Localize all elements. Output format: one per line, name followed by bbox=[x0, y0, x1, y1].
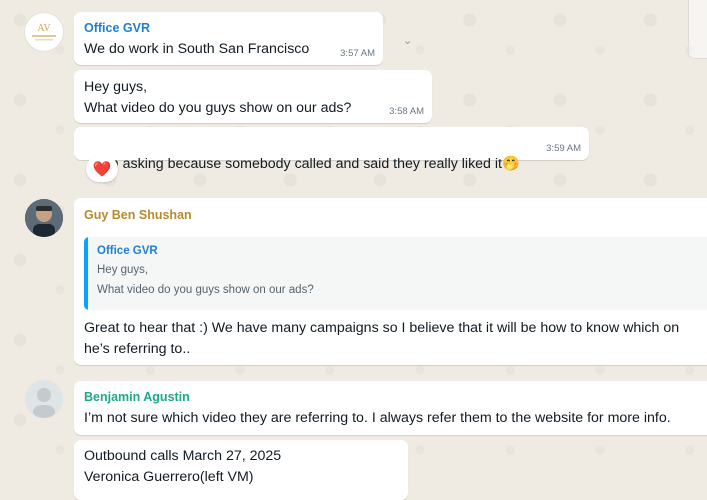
message-bubble[interactable]: Benjamin Agustin I’m not sure which vide… bbox=[74, 381, 707, 435]
top-right-panel-edge bbox=[688, 0, 707, 59]
quote-accent-bar bbox=[84, 237, 88, 310]
sender-name[interactable]: Guy Ben Shushan bbox=[84, 208, 192, 222]
profile-photo-icon bbox=[25, 199, 63, 237]
message-text: I’m asking because somebody called and s… bbox=[99, 156, 502, 172]
quoted-message[interactable]: Office GVR Hey guys, What video do you g… bbox=[84, 237, 707, 310]
quote-line: What video do you guys show on our ads? bbox=[97, 284, 314, 296]
quote-author: Office GVR bbox=[97, 245, 158, 257]
face-emoji-icon: 🤭 bbox=[501, 156, 520, 172]
message-line: What video do you guys show on our ads? bbox=[84, 100, 352, 116]
message-line: he’s referring to.. bbox=[84, 341, 191, 357]
message-text: We do work in South San Francisco bbox=[84, 41, 310, 57]
heart-icon: ❤️ bbox=[92, 161, 112, 178]
reaction-badge[interactable]: ❤️ bbox=[86, 156, 118, 182]
quote-line: Hey guys, bbox=[97, 264, 149, 276]
default-avatar-icon bbox=[25, 380, 63, 418]
avatar-office-gvr[interactable]: AV bbox=[25, 13, 63, 51]
message-bubble[interactable]: Hey guys, What video do you guys show on… bbox=[74, 70, 432, 123]
message-bubble[interactable]: Outbound calls March 27, 2025 Veronica G… bbox=[74, 440, 408, 500]
message-text: I’m not sure which video they are referr… bbox=[84, 410, 671, 426]
message-time: 3:57 AM bbox=[340, 48, 375, 59]
message-line: Outbound calls March 27, 2025 bbox=[84, 448, 282, 464]
message-bubble[interactable]: Office GVR We do work in South San Franc… bbox=[74, 12, 383, 65]
office-logo-icon: AV bbox=[32, 23, 56, 41]
message-time: 3:58 AM bbox=[389, 106, 424, 117]
sender-name[interactable]: Office GVR bbox=[84, 21, 150, 35]
message-line: Hey guys, bbox=[84, 79, 148, 95]
message-line: Veronica Guerrero(left VM) bbox=[84, 469, 254, 485]
message-line: Great to hear that :) We have many campa… bbox=[84, 320, 680, 336]
avatar-benjamin-agustin[interactable] bbox=[25, 380, 63, 418]
message-bubble[interactable]: Guy Ben Shushan Office GVR Hey guys, Wha… bbox=[74, 198, 707, 365]
message-time: 3:59 AM bbox=[546, 143, 581, 154]
sender-name[interactable]: Benjamin Agustin bbox=[84, 390, 190, 404]
svg-text:AV: AV bbox=[37, 23, 51, 34]
message-bubble[interactable]: I’m asking because somebody called and s… bbox=[74, 127, 589, 172]
chevron-down-icon[interactable]: ⌄ bbox=[403, 34, 412, 47]
avatar-guy-ben-shushan[interactable] bbox=[25, 199, 63, 237]
